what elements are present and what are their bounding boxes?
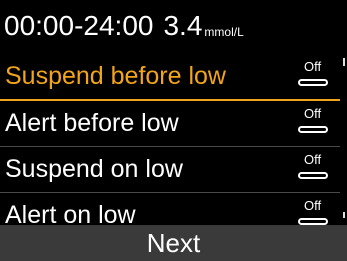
toggle-state: Off xyxy=(304,152,322,167)
screen: 00:00-24:00 3.4 mmol/L Suspend before lo… xyxy=(0,0,347,261)
toggle-state: Off xyxy=(304,198,322,213)
scroll-indicator-bottom xyxy=(343,212,345,218)
toggle-track xyxy=(298,79,328,86)
toggle-state: Off xyxy=(304,106,322,121)
toggle-track xyxy=(298,172,328,179)
toggle-track xyxy=(298,126,328,133)
toggle-state: Off xyxy=(304,59,322,74)
time-range: 00:00-24:00 xyxy=(4,10,154,41)
next-button[interactable]: Next xyxy=(0,225,347,261)
toggle-suspend-on-low[interactable]: Off xyxy=(298,152,332,184)
row-label: Alert before low xyxy=(5,109,179,137)
row-alert-before-low[interactable]: Alert before low Off xyxy=(0,101,340,147)
row-label: Suspend before low xyxy=(5,62,226,90)
settings-list: Suspend before low Off Alert before low … xyxy=(0,54,340,238)
scroll-indicator-top xyxy=(343,58,345,66)
toggle-alert-before-low[interactable]: Off xyxy=(298,106,332,138)
toggle-track xyxy=(298,218,328,225)
toggle-suspend-before-low[interactable]: Off xyxy=(298,59,332,91)
row-suspend-on-low[interactable]: Suspend on low Off xyxy=(0,147,340,193)
row-label: Suspend on low xyxy=(5,155,183,183)
header: 00:00-24:00 3.4 mmol/L xyxy=(0,0,347,52)
glucose-value: 3.4 xyxy=(163,10,203,41)
scrollbar[interactable] xyxy=(342,58,346,218)
glucose-unit: mmol/L xyxy=(204,25,244,39)
row-suspend-before-low[interactable]: Suspend before low Off xyxy=(0,54,340,101)
